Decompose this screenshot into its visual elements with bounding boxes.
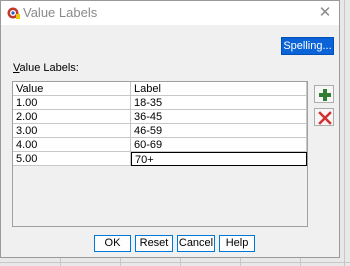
window-title: Value Labels	[23, 5, 98, 20]
label-cell-active[interactable]: 70+	[131, 152, 307, 166]
spss-app-icon	[7, 7, 20, 19]
label-cell[interactable]: 60-69	[131, 138, 307, 152]
value-cell[interactable]: 1.00	[13, 96, 131, 110]
ok-button[interactable]: OK	[94, 235, 131, 252]
value-cell[interactable]: 2.00	[13, 110, 131, 124]
x-icon	[318, 111, 332, 125]
help-button[interactable]: Help	[219, 235, 255, 252]
title-bar: Value Labels ✕	[1, 1, 339, 25]
reset-button[interactable]: Reset	[135, 235, 173, 252]
label-cell[interactable]: 46-59	[131, 124, 307, 138]
plus-icon	[319, 89, 331, 101]
column-header-label[interactable]: Label	[131, 82, 307, 96]
value-labels-dialog: Value Labels ✕ Spelling... Value Labels:…	[0, 0, 340, 258]
value-cell[interactable]: 5.00	[13, 152, 131, 166]
caption-text: alue Labels:	[19, 62, 79, 74]
value-labels-caption: Value Labels:	[13, 62, 79, 74]
cancel-button[interactable]: Cancel	[177, 235, 215, 252]
close-icon: ✕	[318, 4, 332, 21]
value-labels-grid[interactable]: Value Label 1.00 18-35 2.00 36-45 3.00 4…	[12, 81, 308, 227]
label-cell[interactable]: 36-45	[131, 110, 307, 124]
spelling-button[interactable]: Spelling...	[281, 37, 334, 55]
value-cell[interactable]: 4.00	[13, 138, 131, 152]
add-row-button[interactable]	[314, 85, 334, 103]
label-cell[interactable]: 18-35	[131, 96, 307, 110]
value-cell[interactable]: 3.00	[13, 124, 131, 138]
remove-row-button[interactable]	[314, 108, 334, 126]
close-button[interactable]: ✕	[315, 3, 335, 23]
column-header-value[interactable]: Value	[13, 82, 131, 96]
